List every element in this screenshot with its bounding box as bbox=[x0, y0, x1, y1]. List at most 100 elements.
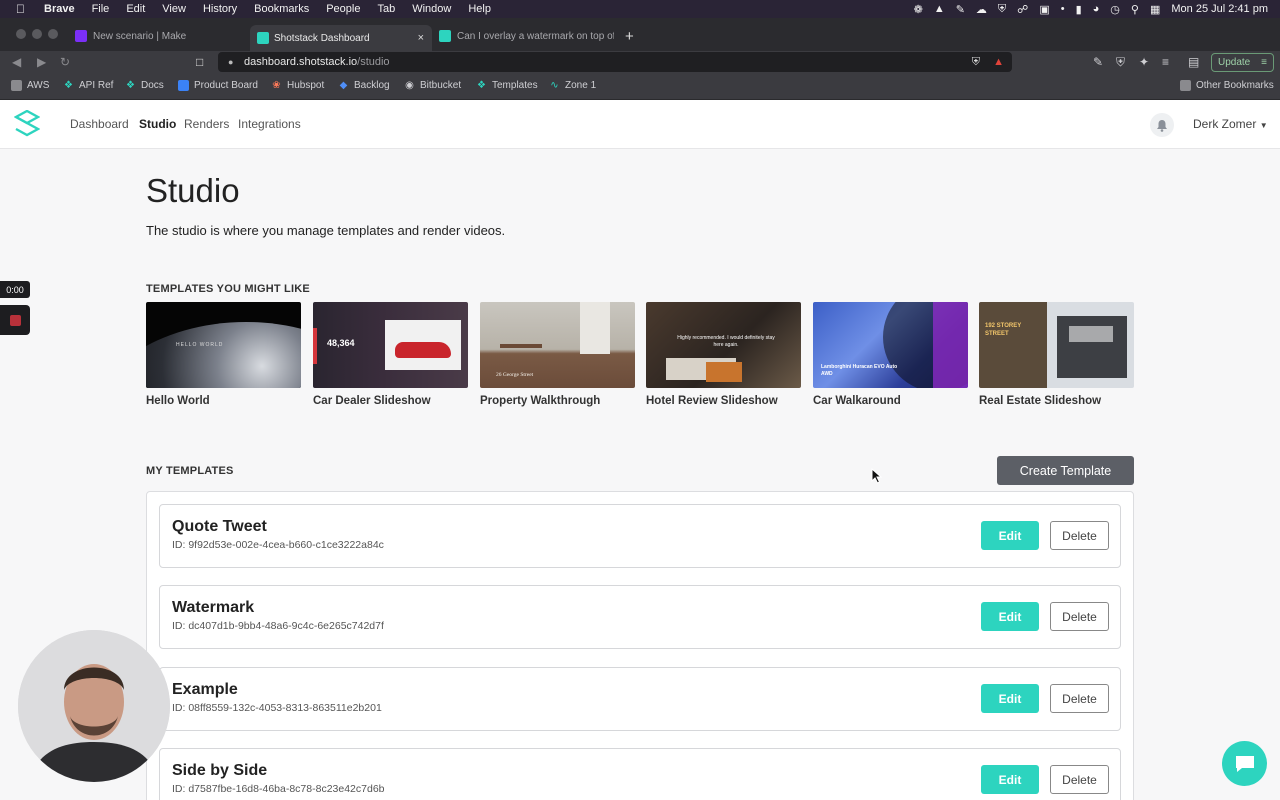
menu-tab[interactable]: Tab bbox=[377, 3, 395, 15]
backlog-icon: ◆ bbox=[339, 80, 348, 91]
template-thumbnail[interactable]: HELLO WORLD bbox=[146, 302, 301, 388]
pen-status-icon[interactable]: ✎ bbox=[956, 3, 965, 16]
tab-shotstack-dashboard[interactable]: Shotstack Dashboard × bbox=[250, 25, 432, 51]
window-minimize-button[interactable] bbox=[32, 29, 42, 39]
notifications-bell-icon[interactable] bbox=[1150, 113, 1174, 137]
menu-help[interactable]: Help bbox=[468, 3, 491, 15]
template-thumbnail[interactable]: 26 George Street bbox=[480, 302, 635, 388]
menu-people[interactable]: People bbox=[326, 3, 360, 15]
cloud-status-icon[interactable]: ☁ bbox=[976, 3, 987, 16]
template-card-real-estate[interactable]: 192 STOREY STREET Real Estate Slideshow bbox=[979, 302, 1134, 407]
template-card-car-walkaround[interactable]: Lamborghini Huracan EVO Auto AWD Car Wal… bbox=[813, 302, 968, 407]
template-thumbnail[interactable]: Highly recommended. I would definitely s… bbox=[646, 302, 801, 388]
other-bookmarks[interactable]: Other Bookmarks bbox=[1180, 80, 1274, 91]
template-thumbnail[interactable]: Lamborghini Huracan EVO Auto AWD bbox=[813, 302, 968, 388]
hubspot-icon: ❀ bbox=[272, 80, 281, 91]
menu-app-name[interactable]: Brave bbox=[44, 3, 75, 15]
edit-button[interactable]: Edit bbox=[981, 602, 1039, 631]
forward-arrow-icon[interactable]: ▶ bbox=[37, 55, 46, 69]
glasses-status-icon[interactable]: ☍ bbox=[1017, 3, 1028, 16]
tab-label: New scenario | Make bbox=[93, 31, 187, 42]
back-arrow-icon[interactable]: ◀ bbox=[12, 55, 21, 69]
template-row-side-by-side: Side by Side ID: d7587fbe-16d8-46ba-8c78… bbox=[159, 748, 1121, 800]
bookmark-bitbucket[interactable]: ◉ Bitbucket bbox=[404, 80, 461, 91]
template-thumbnail[interactable]: 48,364 bbox=[313, 302, 468, 388]
window-zoom-button[interactable] bbox=[48, 29, 58, 39]
new-tab-plus-icon[interactable]: + bbox=[625, 28, 634, 45]
menu-edit[interactable]: Edit bbox=[126, 3, 145, 15]
delete-button[interactable]: Delete bbox=[1050, 684, 1109, 713]
template-thumbnail[interactable]: 192 STOREY STREET bbox=[979, 302, 1134, 388]
wifi-icon[interactable]: ◕ bbox=[1093, 3, 1100, 15]
house-window-shape bbox=[1069, 326, 1113, 342]
webcam-bubble[interactable] bbox=[18, 630, 170, 782]
nav-studio[interactable]: Studio bbox=[139, 117, 176, 131]
bookmark-zone-1[interactable]: ∿ Zone 1 bbox=[549, 80, 596, 91]
car-photo bbox=[385, 320, 461, 370]
nav-renders[interactable]: Renders bbox=[184, 117, 229, 131]
menu-history[interactable]: History bbox=[203, 3, 237, 15]
template-caption: Property Walkthrough bbox=[480, 395, 601, 407]
nav-integrations[interactable]: Integrations bbox=[238, 117, 301, 131]
menubar-clock[interactable]: Mon 25 Jul 2:41 pm bbox=[1171, 3, 1268, 15]
brave-shields-icon[interactable]: ⛨ bbox=[972, 56, 980, 69]
delete-button[interactable]: Delete bbox=[1050, 765, 1109, 794]
stop-recording-button[interactable] bbox=[0, 305, 30, 335]
delete-button[interactable]: Delete bbox=[1050, 521, 1109, 550]
reload-icon[interactable]: ↻ bbox=[60, 55, 70, 69]
menu-view[interactable]: View bbox=[162, 3, 186, 15]
reading-list-icon[interactable]: ≡ bbox=[1162, 55, 1169, 69]
apple-icon[interactable]:  bbox=[16, 2, 30, 16]
update-button[interactable]: Update ≡ bbox=[1211, 53, 1274, 72]
bookmark-hubspot[interactable]: ❀ Hubspot bbox=[271, 80, 324, 91]
extensions-puzzle-icon[interactable]: ✦ bbox=[1139, 55, 1149, 69]
spotlight-search-icon[interactable]: ⚲ bbox=[1131, 3, 1139, 16]
bookmark-aws[interactable]: AWS bbox=[11, 80, 49, 91]
close-tab-icon[interactable]: × bbox=[418, 32, 424, 44]
template-card-property-walkthrough[interactable]: 26 George Street Property Walkthrough bbox=[480, 302, 635, 407]
shield-status-icon[interactable]: ⛨ bbox=[998, 3, 1006, 16]
shotstack-logo-icon[interactable] bbox=[14, 110, 40, 138]
gear-status-icon[interactable]: ❁ bbox=[914, 3, 923, 16]
time-machine-icon[interactable]: ◷ bbox=[1110, 3, 1120, 16]
bookmark-backlog[interactable]: ◆ Backlog bbox=[338, 80, 390, 91]
template-card-car-dealer[interactable]: 48,364 Car Dealer Slideshow bbox=[313, 302, 468, 407]
tab-make[interactable]: New scenario | Make bbox=[75, 26, 240, 47]
edit-button[interactable]: Edit bbox=[981, 765, 1039, 794]
template-id: ID: 9f92d53e-002e-4cea-b660-c1ce3222a84c bbox=[172, 539, 384, 551]
extension-shield-icon[interactable]: ⛨ bbox=[1116, 55, 1125, 70]
control-center-icon[interactable]: ▦ bbox=[1150, 3, 1160, 16]
screen-status-icon[interactable]: ▣ bbox=[1039, 3, 1049, 16]
nav-dashboard[interactable]: Dashboard bbox=[70, 117, 129, 131]
macos-menu-bar:  Brave File Edit View History Bookmarks… bbox=[0, 0, 1280, 18]
template-card-hotel-review[interactable]: Highly recommended. I would definitely s… bbox=[646, 302, 801, 407]
app-status-icon[interactable]: ▲ bbox=[934, 3, 945, 15]
bookmark-docs[interactable]: ❖ Docs bbox=[125, 80, 164, 91]
template-row-example: Example ID: 08ff8559-132c-4053-8313-8635… bbox=[159, 667, 1121, 731]
template-card-hello-world[interactable]: HELLO WORLD Hello World bbox=[146, 302, 301, 407]
address-bar[interactable]: ● dashboard.shotstack.io/studio ⛨ ▲ bbox=[218, 52, 1012, 72]
bookmark-page-icon[interactable]: □ bbox=[196, 55, 203, 69]
wallet-icon[interactable]: ▤ bbox=[1188, 55, 1199, 69]
tab-watermark-question[interactable]: Can I overlay a watermark on top of bbox=[439, 26, 614, 47]
recording-timer: 0:00 bbox=[0, 281, 30, 298]
bookmark-api-ref[interactable]: ❖ API Ref bbox=[63, 80, 113, 91]
template-caption: Car Walkaround bbox=[813, 395, 901, 407]
menu-file[interactable]: File bbox=[92, 3, 110, 15]
battery-icon[interactable]: ▮ bbox=[1076, 3, 1082, 16]
user-menu[interactable]: Derk Zomer ▼ bbox=[1193, 117, 1268, 131]
extension-pen-icon[interactable]: ✎ bbox=[1093, 55, 1103, 69]
thumbnail-overlay-text: 192 STOREY STREET bbox=[985, 323, 1022, 337]
bookmark-product-board[interactable]: Product Board bbox=[178, 80, 258, 91]
chat-support-button[interactable] bbox=[1222, 741, 1267, 786]
bluetooth-icon[interactable]: • bbox=[1061, 3, 1065, 15]
window-close-button[interactable] bbox=[16, 29, 26, 39]
edit-button[interactable]: Edit bbox=[981, 521, 1039, 550]
menu-window[interactable]: Window bbox=[412, 3, 451, 15]
brave-rewards-icon[interactable]: ▲ bbox=[993, 56, 1004, 68]
edit-button[interactable]: Edit bbox=[981, 684, 1039, 713]
create-template-button[interactable]: Create Template bbox=[997, 456, 1134, 485]
delete-button[interactable]: Delete bbox=[1050, 602, 1109, 631]
bookmark-templates[interactable]: ❖ Templates bbox=[476, 80, 538, 91]
menu-bookmarks[interactable]: Bookmarks bbox=[254, 3, 309, 15]
